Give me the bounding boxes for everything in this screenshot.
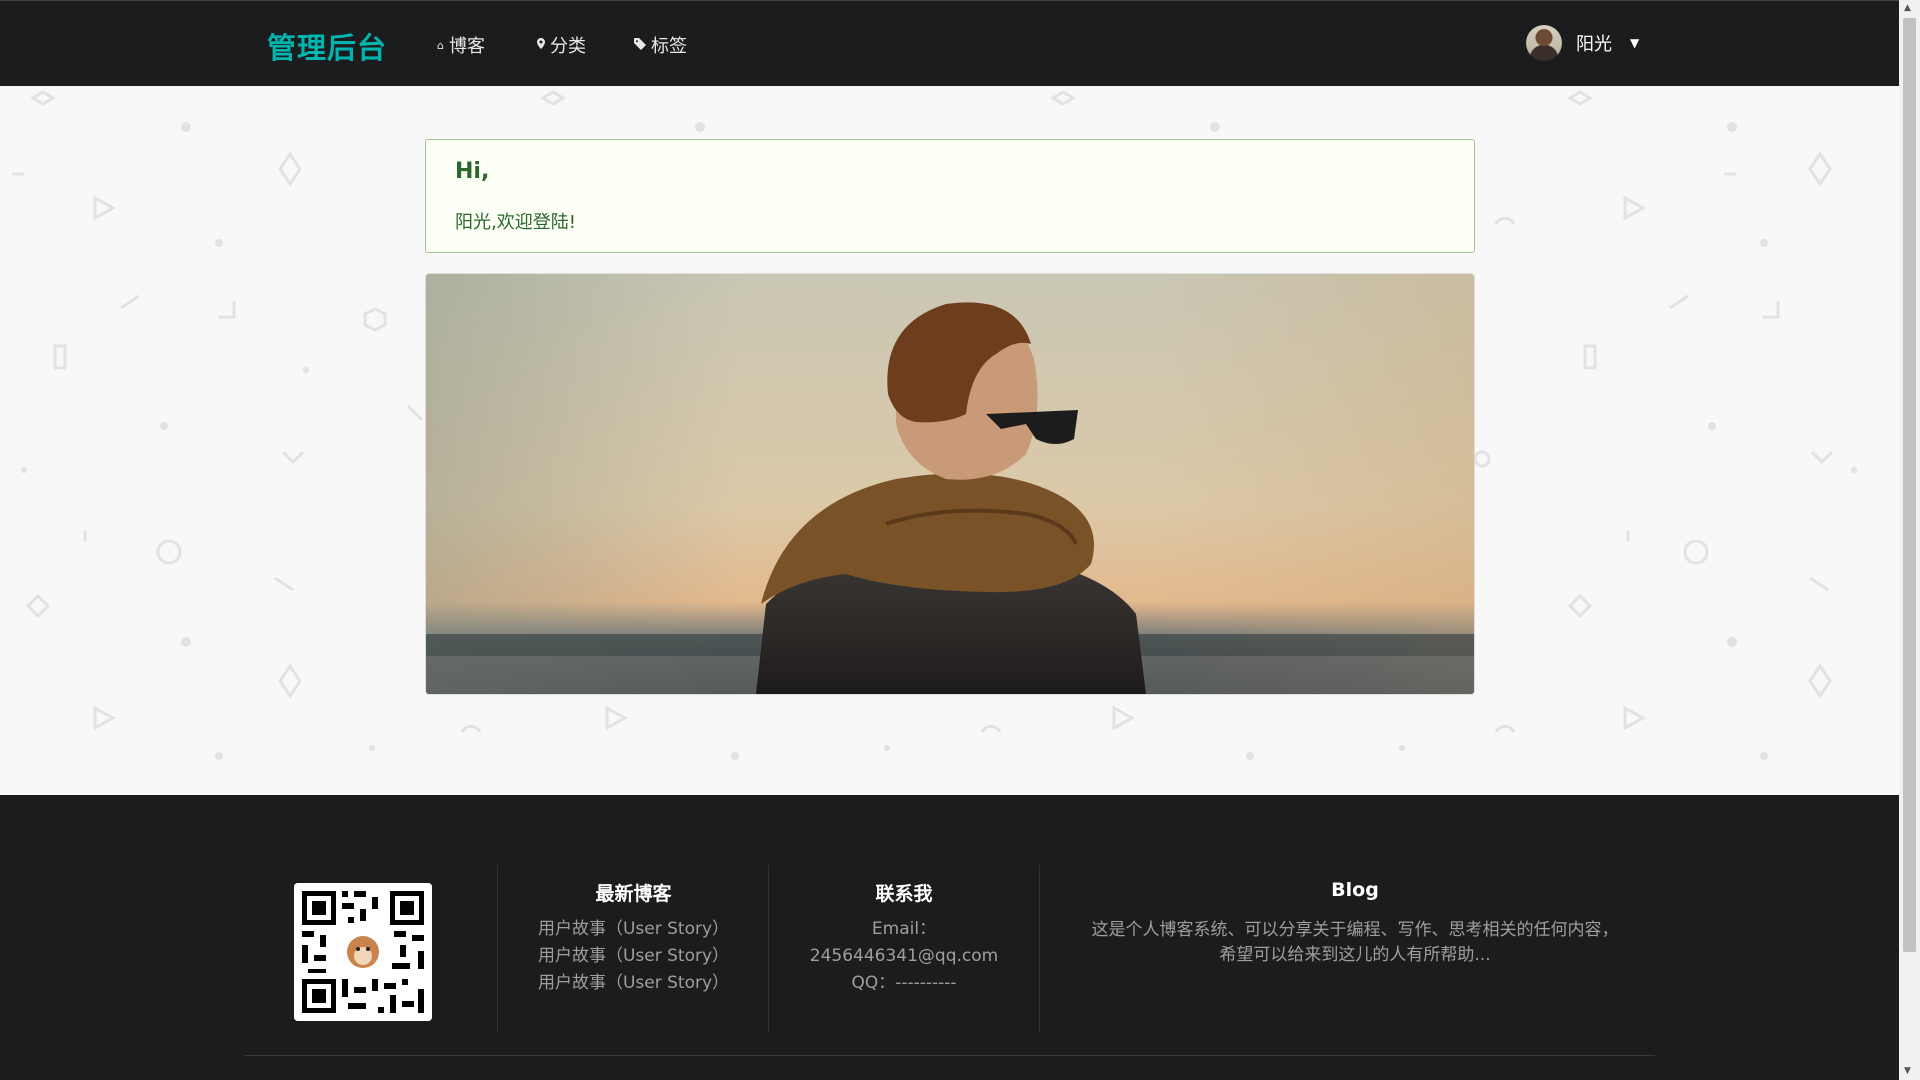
qr-code-image: [294, 883, 432, 1021]
user-name: 阳光: [1576, 34, 1612, 55]
nav-item-label: 分类: [550, 36, 586, 57]
vertical-scrollbar[interactable]: ▲ ▼: [1899, 0, 1920, 1080]
contact-title: 联系我: [875, 883, 933, 905]
footer-separator: [245, 1055, 1655, 1056]
latest-blog-link[interactable]: 用户故事（User Story）: [520, 943, 747, 970]
nav-item-label: 博客: [448, 36, 485, 57]
latest-blog-list: 用户故事（User Story） 用户故事（User Story） 用户故事（U…: [520, 916, 747, 997]
blog-title: Blog: [1331, 879, 1379, 901]
latest-blog-link[interactable]: 用户故事（User Story）: [520, 916, 747, 943]
scrollbar-thumb[interactable]: [1903, 18, 1916, 952]
caret-down-icon: ▼: [1630, 36, 1640, 50]
contact-qq: QQ：----------: [851, 973, 957, 993]
footer-divider: [1039, 865, 1040, 1033]
contact-email: Email：2456446341@qq.com: [809, 919, 999, 966]
welcome-text: 阳光,欢迎登陆!: [455, 212, 576, 233]
welcome-message: Hi, 阳光,欢迎登陆!: [425, 139, 1475, 253]
footer-divider: [497, 865, 498, 1033]
nav-item-blog[interactable]: ⌂ 博客: [437, 32, 485, 58]
tag-icon: [634, 37, 646, 53]
home-icon: ⌂: [437, 38, 444, 52]
blog-description: 这是个人博客系统、可以分享关于编程、写作、思考相关的任何内容， 希望可以给来到这…: [1050, 918, 1660, 968]
latest-blog-link[interactable]: 用户故事（User Story）: [520, 970, 747, 997]
top-navbar: 管理后台 ⌂ 博客 分类 标签 阳光 ▼: [0, 0, 1899, 86]
user-menu[interactable]: 阳光 ▼: [1526, 25, 1639, 61]
blog-description-line: 希望可以给来到这儿的人有所帮助...: [1219, 945, 1491, 965]
scroll-down-icon[interactable]: ▼: [1904, 1066, 1911, 1076]
welcome-title: Hi,: [455, 159, 490, 184]
site-footer: 最新博客 用户故事（User Story） 用户故事（User Story） 用…: [0, 795, 1899, 1080]
nav-item-tags[interactable]: 标签: [634, 32, 687, 58]
map-pin-icon: [537, 38, 545, 52]
latest-blog-title: 最新博客: [595, 883, 672, 905]
contact-info: Email：2456446341@qq.com QQ：----------: [778, 916, 1030, 997]
scroll-up-icon[interactable]: ▲: [1904, 3, 1911, 13]
avatar[interactable]: [1526, 25, 1562, 61]
brand-logo[interactable]: 管理后台: [267, 25, 387, 67]
footer-divider: [768, 865, 769, 1033]
blog-description-line: 这是个人博客系统、可以分享关于编程、写作、思考相关的任何内容，: [1091, 920, 1619, 940]
hero-image: [425, 273, 1475, 695]
nav-item-category[interactable]: 分类: [537, 32, 586, 58]
nav-item-label: 标签: [651, 36, 687, 57]
